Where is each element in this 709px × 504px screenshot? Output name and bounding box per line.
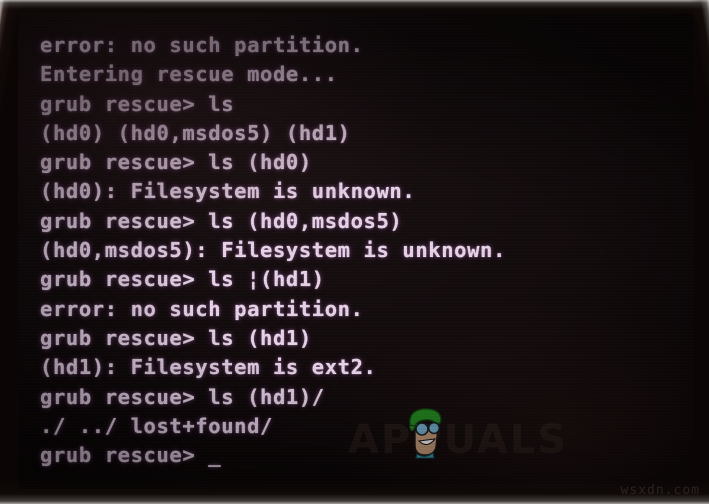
console-line: (hd0): Filesystem is unknown. (40, 179, 416, 204)
console-line: ./ ../ lost+found/ (40, 413, 273, 438)
site-stamp: wsxdn.com (620, 483, 700, 498)
grub-rescue-console[interactable]: error: no such partition. Entering rescu… (40, 31, 690, 470)
text-cursor: _ (208, 443, 222, 468)
crt-screen: error: no such partition. Entering rescu… (18, 13, 694, 489)
console-line: error: no such partition. (40, 296, 364, 321)
console-line: (hd0,msdos5): Filesystem is unknown. (40, 238, 506, 263)
prompt-label: grub rescue> (40, 443, 209, 468)
console-line: grub rescue> ls (hd1) (40, 325, 312, 350)
console-line: grub rescue> ls (40, 91, 235, 116)
console-line: grub rescue> ls (hd0,msdos5) (40, 208, 403, 233)
console-line: grub rescue> ls (hd0) (40, 150, 312, 175)
photo-frame: error: no such partition. Entering rescu… (0, 0, 709, 504)
console-line: Entering rescue mode... (40, 62, 338, 87)
console-line: (hd1): Filesystem is ext2. (40, 355, 377, 380)
console-line: grub rescue> ls ¦(hd1) (40, 267, 325, 292)
console-line: error: no such partition. (40, 33, 364, 57)
console-line: (hd0) (hd0,msdos5) (hd1) (40, 120, 351, 145)
console-prompt-line[interactable]: grub rescue> _ (40, 441, 690, 470)
console-line: grub rescue> ls (hd1)/ (40, 384, 325, 409)
